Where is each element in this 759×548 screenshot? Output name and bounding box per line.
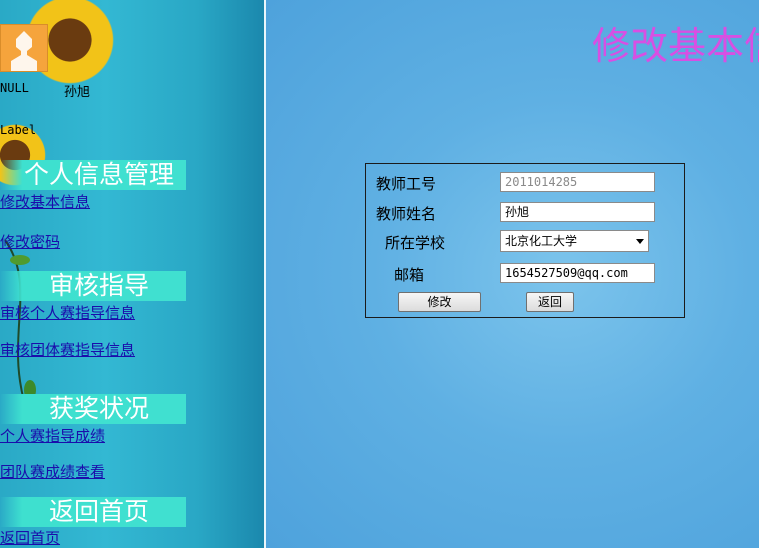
teacher-id-field: 2011014285 bbox=[500, 172, 655, 192]
submit-button[interactable]: 修改 bbox=[398, 292, 481, 312]
main-panel: 修改基本信 教师工号 2011014285 教师姓名 孙旭 所在学校 北京化工大… bbox=[264, 0, 759, 548]
sidebar: NULL 孙旭 Label 个人信息管理 修改基本信息 修改密码 审核指导 审核… bbox=[0, 0, 264, 548]
user-label: Label bbox=[0, 123, 37, 137]
school-select[interactable]: 北京化工大学 bbox=[500, 230, 649, 252]
back-button[interactable]: 返回 bbox=[526, 292, 574, 312]
teacher-id-label: 教师工号 bbox=[376, 175, 437, 193]
teacher-name-label: 教师姓名 bbox=[376, 205, 437, 223]
nav-link-team-results[interactable]: 团队赛成绩查看 bbox=[0, 461, 105, 482]
nav-link-home[interactable]: 返回首页 bbox=[0, 527, 60, 548]
edit-form: 教师工号 2011014285 教师姓名 孙旭 所在学校 北京化工大学 邮箱 1… bbox=[365, 163, 685, 318]
nav-link-edit-basic-info[interactable]: 修改基本信息 bbox=[0, 191, 90, 212]
avatar bbox=[0, 24, 48, 72]
section-header-review: 审核指导 bbox=[0, 271, 186, 301]
nav-link-individual-results[interactable]: 个人赛指导成绩 bbox=[0, 425, 105, 446]
teacher-name-field[interactable]: 孙旭 bbox=[500, 202, 655, 222]
school-select-value: 北京化工大学 bbox=[505, 234, 578, 248]
section-header-home: 返回首页 bbox=[0, 497, 186, 527]
email-field[interactable]: 1654527509@qq.com bbox=[500, 263, 655, 283]
page-title: 修改基本信 bbox=[592, 24, 759, 68]
email-label: 邮箱 bbox=[394, 266, 425, 284]
nav-link-review-individual[interactable]: 审核个人赛指导信息 bbox=[0, 302, 135, 323]
chevron-down-icon bbox=[636, 239, 644, 244]
user-null-text: NULL bbox=[0, 81, 29, 95]
section-header-awards: 获奖状况 bbox=[0, 394, 186, 424]
user-name: 孙旭 bbox=[64, 85, 91, 100]
school-label: 所在学校 bbox=[385, 234, 446, 252]
section-header-personal-info: 个人信息管理 bbox=[0, 160, 186, 190]
nav-link-review-team[interactable]: 审核团体赛指导信息 bbox=[0, 339, 135, 360]
nav-link-change-password[interactable]: 修改密码 bbox=[0, 231, 60, 252]
